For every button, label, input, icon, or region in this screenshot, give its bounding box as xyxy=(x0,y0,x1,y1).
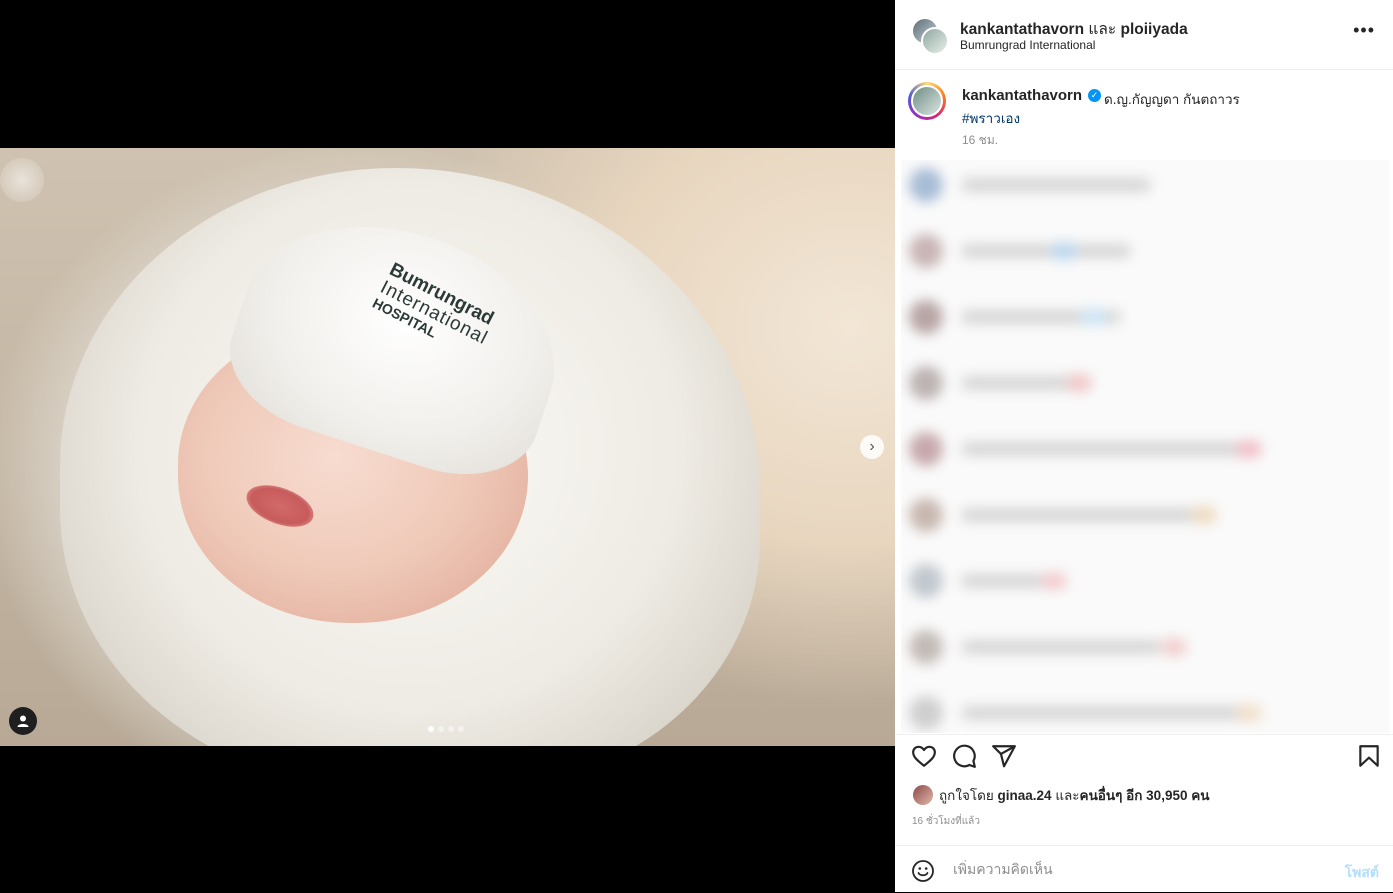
blurred-text xyxy=(961,442,1251,456)
list-item xyxy=(901,556,1389,606)
avatar xyxy=(909,696,943,730)
caption-text: ด.ญ.กัญญดา กันตถาวร xyxy=(1104,92,1240,107)
list-item xyxy=(901,226,1389,276)
post-actions xyxy=(895,734,1393,777)
avatar xyxy=(909,300,943,334)
post-caption: kankantathavorn ✓ ด.ญ.กัญญดา กันตถาวร #พ… xyxy=(895,70,1393,160)
avatar xyxy=(909,432,943,466)
likes-middle: และ xyxy=(1051,788,1080,803)
blurred-emoji xyxy=(1081,308,1107,326)
author-username-1[interactable]: kankantathavorn xyxy=(960,21,1084,38)
user-icon xyxy=(17,715,29,727)
tagged-users-button[interactable] xyxy=(9,707,37,735)
blurred-highlight xyxy=(0,158,44,202)
likes-summary: ถูกใจโดย ginaa.24 และคนอื่นๆ อีก 30,950 … xyxy=(913,784,1209,806)
list-item xyxy=(901,358,1389,408)
post-timestamp[interactable]: 16 ชั่วโมงที่แล้ว xyxy=(912,814,980,829)
comment-input[interactable] xyxy=(951,860,1315,878)
comments-list-blurred xyxy=(901,160,1389,733)
post-media: Bumrungrad International HOSPITAL › xyxy=(0,0,895,892)
list-item xyxy=(901,622,1389,672)
avatar xyxy=(909,168,943,202)
avatar xyxy=(909,564,943,598)
bookmark-icon[interactable] xyxy=(1356,743,1382,769)
author-joiner: และ xyxy=(1088,21,1117,38)
author-username-2[interactable]: ploiiyada xyxy=(1121,21,1188,38)
list-item xyxy=(901,688,1389,733)
collab-avatars[interactable] xyxy=(911,17,949,55)
blurred-emoji xyxy=(1236,440,1262,458)
baby-photo: Bumrungrad International HOSPITAL xyxy=(0,148,895,746)
blurred-emoji xyxy=(1161,638,1187,656)
blurred-emoji xyxy=(1051,242,1077,260)
blurred-text xyxy=(961,178,1151,192)
list-item xyxy=(901,160,1389,210)
blurred-text xyxy=(961,640,1161,654)
list-item xyxy=(901,490,1389,540)
caption-username[interactable]: kankantathavorn xyxy=(962,87,1082,104)
avatar xyxy=(911,85,943,117)
caption-time: 16 ชม. xyxy=(962,133,999,147)
avatar xyxy=(909,498,943,532)
blurred-text xyxy=(961,706,1251,720)
liker-username[interactable]: ginaa.24 xyxy=(998,788,1052,803)
carousel-dot xyxy=(448,726,454,732)
carousel-indicator xyxy=(428,726,464,732)
carousel-dot xyxy=(428,726,434,732)
caption-avatar[interactable] xyxy=(908,82,946,120)
likes-count[interactable]: คนอื่นๆ อีก 30,950 คน xyxy=(1080,788,1210,803)
blurred-emoji xyxy=(1236,704,1262,722)
caption-hashtag[interactable]: #พราวเอง xyxy=(962,107,1020,129)
avatar xyxy=(909,366,943,400)
post-comment-button[interactable]: โพสต์ xyxy=(1345,862,1379,884)
likes-prefix: ถูกใจโดย xyxy=(939,788,998,803)
avatar xyxy=(909,630,943,664)
likes-text[interactable]: ถูกใจโดย ginaa.24 และคนอื่นๆ อีก 30,950 … xyxy=(939,784,1209,806)
send-icon[interactable] xyxy=(991,743,1017,769)
comment-icon[interactable] xyxy=(951,743,977,769)
blurred-emoji xyxy=(1191,506,1217,524)
chevron-right-icon: › xyxy=(869,438,875,455)
carousel-dot xyxy=(438,726,444,732)
avatar xyxy=(909,234,943,268)
more-options-button[interactable]: ••• xyxy=(1353,20,1375,41)
blurred-text xyxy=(961,244,1131,258)
blurred-text xyxy=(961,376,1071,390)
add-comment-bar: โพสต์ xyxy=(895,845,1393,893)
list-item xyxy=(901,292,1389,342)
blurred-text xyxy=(961,508,1201,522)
more-horizontal-icon: ••• xyxy=(1353,20,1375,40)
blurred-emoji xyxy=(1066,374,1092,392)
avatar xyxy=(913,785,933,805)
heart-icon[interactable] xyxy=(911,743,937,769)
post-header: kankantathavorn และ ploiiyada Bumrungrad… xyxy=(895,0,1393,70)
post-sidebar: kankantathavorn และ ploiiyada Bumrungrad… xyxy=(895,0,1393,892)
carousel-dot xyxy=(458,726,464,732)
avatar xyxy=(921,27,949,55)
verified-badge-icon: ✓ xyxy=(1088,89,1101,102)
blurred-emoji xyxy=(1041,572,1067,590)
next-image-button[interactable]: › xyxy=(860,435,884,459)
list-item xyxy=(901,424,1389,474)
location-link[interactable]: Bumrungrad International xyxy=(960,38,1095,52)
emoji-icon[interactable] xyxy=(911,859,935,883)
